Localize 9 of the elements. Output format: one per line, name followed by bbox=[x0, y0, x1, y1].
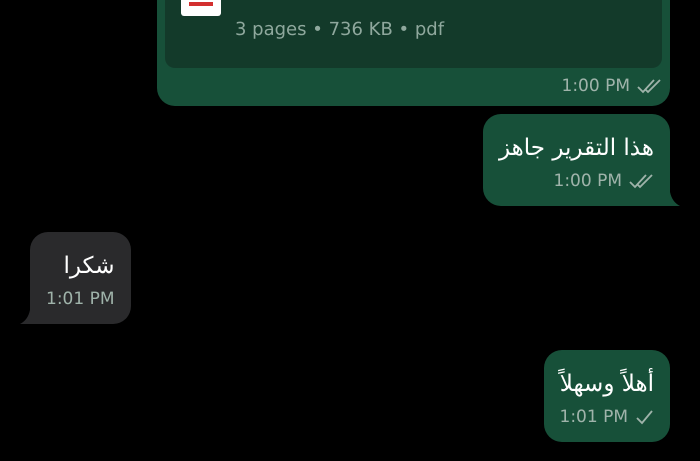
message-text: هذا التقرير جاهز bbox=[498, 134, 654, 163]
message-time: 1:01 PM bbox=[560, 407, 628, 427]
message-text: شكرا bbox=[63, 252, 114, 281]
message-time: 1:00 PM bbox=[554, 171, 622, 191]
document-card[interactable]: 3 pages • 736 KB • pdf bbox=[165, 0, 662, 68]
message-time: 1:01 PM bbox=[46, 289, 114, 309]
document-info: 3 pages • 736 KB • pdf bbox=[235, 19, 444, 40]
message-text: أهلاً وسهلاً bbox=[560, 369, 654, 399]
message-time: 1:00 PM bbox=[562, 76, 630, 96]
